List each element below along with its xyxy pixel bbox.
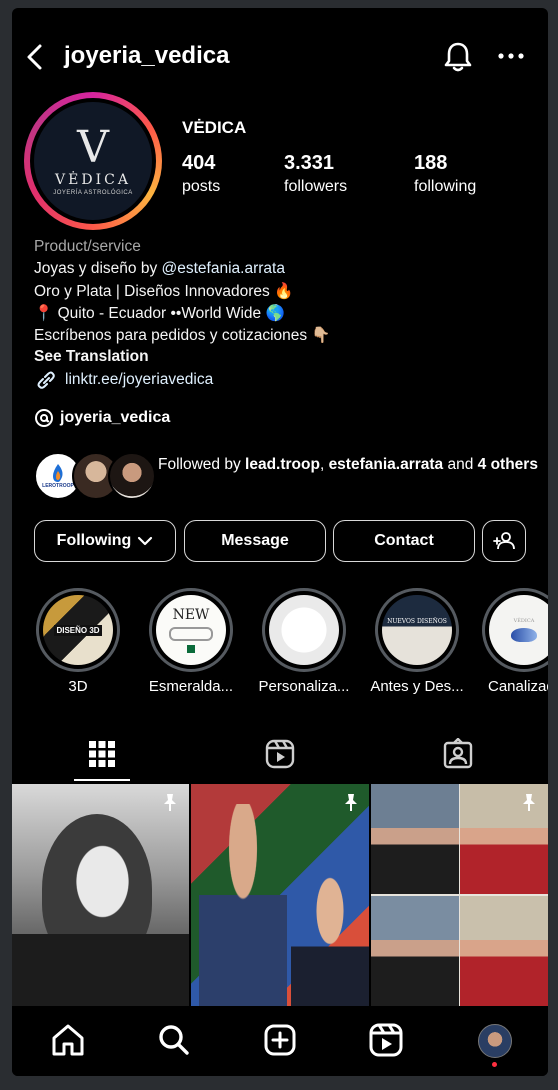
following-label: Following [56, 532, 132, 549]
profile-avatar[interactable] [478, 1024, 512, 1058]
chevron-down-icon [138, 536, 153, 546]
create-icon[interactable] [260, 1020, 300, 1060]
post-thumbnail[interactable] [371, 784, 548, 1006]
highlight-label: Esmeralda... [148, 678, 234, 695]
following-button[interactable]: Following [34, 520, 176, 562]
pin-icon [345, 794, 357, 811]
followed-by-text[interactable]: Followed by lead.troop, estefania.arrata… [158, 454, 538, 476]
highlight-cover [269, 595, 339, 665]
highlight-personaliza[interactable]: Personaliza... [256, 588, 352, 695]
suggested-accounts-button[interactable] [482, 520, 526, 562]
brand-logo: V VĖDICA JOYERÍA ASTROLÓGICA [34, 102, 152, 220]
threads-handle: joyeria_vedica [60, 409, 171, 426]
bio-text: Joyas y diseño by [34, 260, 162, 277]
message-label: Message [221, 532, 289, 549]
contact-label: Contact [374, 532, 434, 549]
contact-button[interactable]: Contact [333, 520, 475, 562]
followers-count[interactable]: 3.331 followers [284, 152, 347, 196]
reels-icon[interactable] [366, 1020, 406, 1060]
highlight-3d[interactable]: DISEÑO 3D 3D [30, 588, 126, 695]
tagged-icon[interactable] [442, 738, 474, 770]
profile-avatar[interactable]: V VĖDICA JOYERÍA ASTROLÓGICA [24, 92, 162, 230]
highlight-cover: NEW [156, 595, 226, 665]
message-button[interactable]: Message [184, 520, 326, 562]
posts-count[interactable]: 404 posts [182, 152, 220, 196]
instagram-profile-screen: joyeria_vedica V VĖDICA JOYERÍA ASTROLÓG… [12, 8, 548, 1076]
profile-username-title: joyeria_vedica [64, 42, 230, 69]
bell-icon[interactable] [442, 40, 474, 74]
highlight-cover: DISEÑO 3D [43, 595, 113, 665]
highlight-label: Personaliza... [258, 678, 350, 695]
reels-icon[interactable] [264, 738, 296, 770]
highlight-esmeralda[interactable]: NEW Esmeralda... [143, 588, 239, 695]
avatar [108, 452, 156, 500]
pin-icon [523, 794, 535, 811]
highlight-canalizad[interactable]: VĖDICA Canalizad [480, 588, 548, 695]
profile-category: Product/service [34, 238, 141, 255]
see-translation-link[interactable]: See Translation [34, 348, 149, 366]
active-tab-indicator [74, 779, 130, 781]
following-count[interactable]: 188 following [414, 152, 476, 196]
flame-logo-icon [53, 464, 63, 482]
add-person-icon [493, 532, 515, 550]
threads-icon [35, 409, 53, 427]
bio-line-3: 📍 Quito - Ecuador ••World Wide 🌎 [34, 305, 285, 322]
more-icon[interactable] [496, 44, 526, 68]
threads-badge[interactable]: joyeria_vedica [34, 408, 170, 428]
bio-line-2: Oro y Plata | Diseños Innovadores 🔥 [34, 283, 294, 300]
search-icon[interactable] [154, 1020, 194, 1060]
notification-dot [492, 1062, 497, 1067]
highlight-label: 3D [68, 678, 88, 695]
highlight-cover: NUEVOS DISEÑOS [382, 595, 452, 665]
home-icon[interactable] [48, 1020, 88, 1060]
bio-line-4: Escríbenos para pedidos y cotizaciones 👇… [34, 327, 331, 344]
profile-tabs [12, 734, 548, 784]
bottom-navigation [12, 1006, 548, 1076]
highlight-antes-y-despues[interactable]: NUEVOS DISEÑOS Antes y Des... [369, 588, 465, 695]
mention-link[interactable]: @estefania.arrata [162, 260, 285, 277]
profile-display-name: VĖDICA [182, 118, 247, 137]
post-thumbnail[interactable] [12, 784, 189, 1006]
highlight-label: Antes y Des... [370, 678, 464, 695]
external-link[interactable]: linktr.ee/joyeriavedica [34, 370, 213, 390]
back-chevron-icon[interactable] [22, 42, 48, 72]
posts-grid [12, 784, 548, 1006]
grid-icon[interactable] [88, 740, 116, 768]
mutual-followers-avatars[interactable]: LEROTROOP [34, 450, 156, 500]
link-text[interactable]: linktr.ee/joyeriavedica [65, 371, 213, 389]
highlight-cover: VĖDICA [489, 595, 548, 665]
bio-line-1: Joyas y diseño by @estefania.arrata [34, 260, 285, 278]
link-icon [37, 371, 55, 389]
highlight-label: Canalizad [488, 678, 548, 695]
pin-icon [164, 794, 176, 811]
post-thumbnail[interactable] [191, 784, 369, 1006]
